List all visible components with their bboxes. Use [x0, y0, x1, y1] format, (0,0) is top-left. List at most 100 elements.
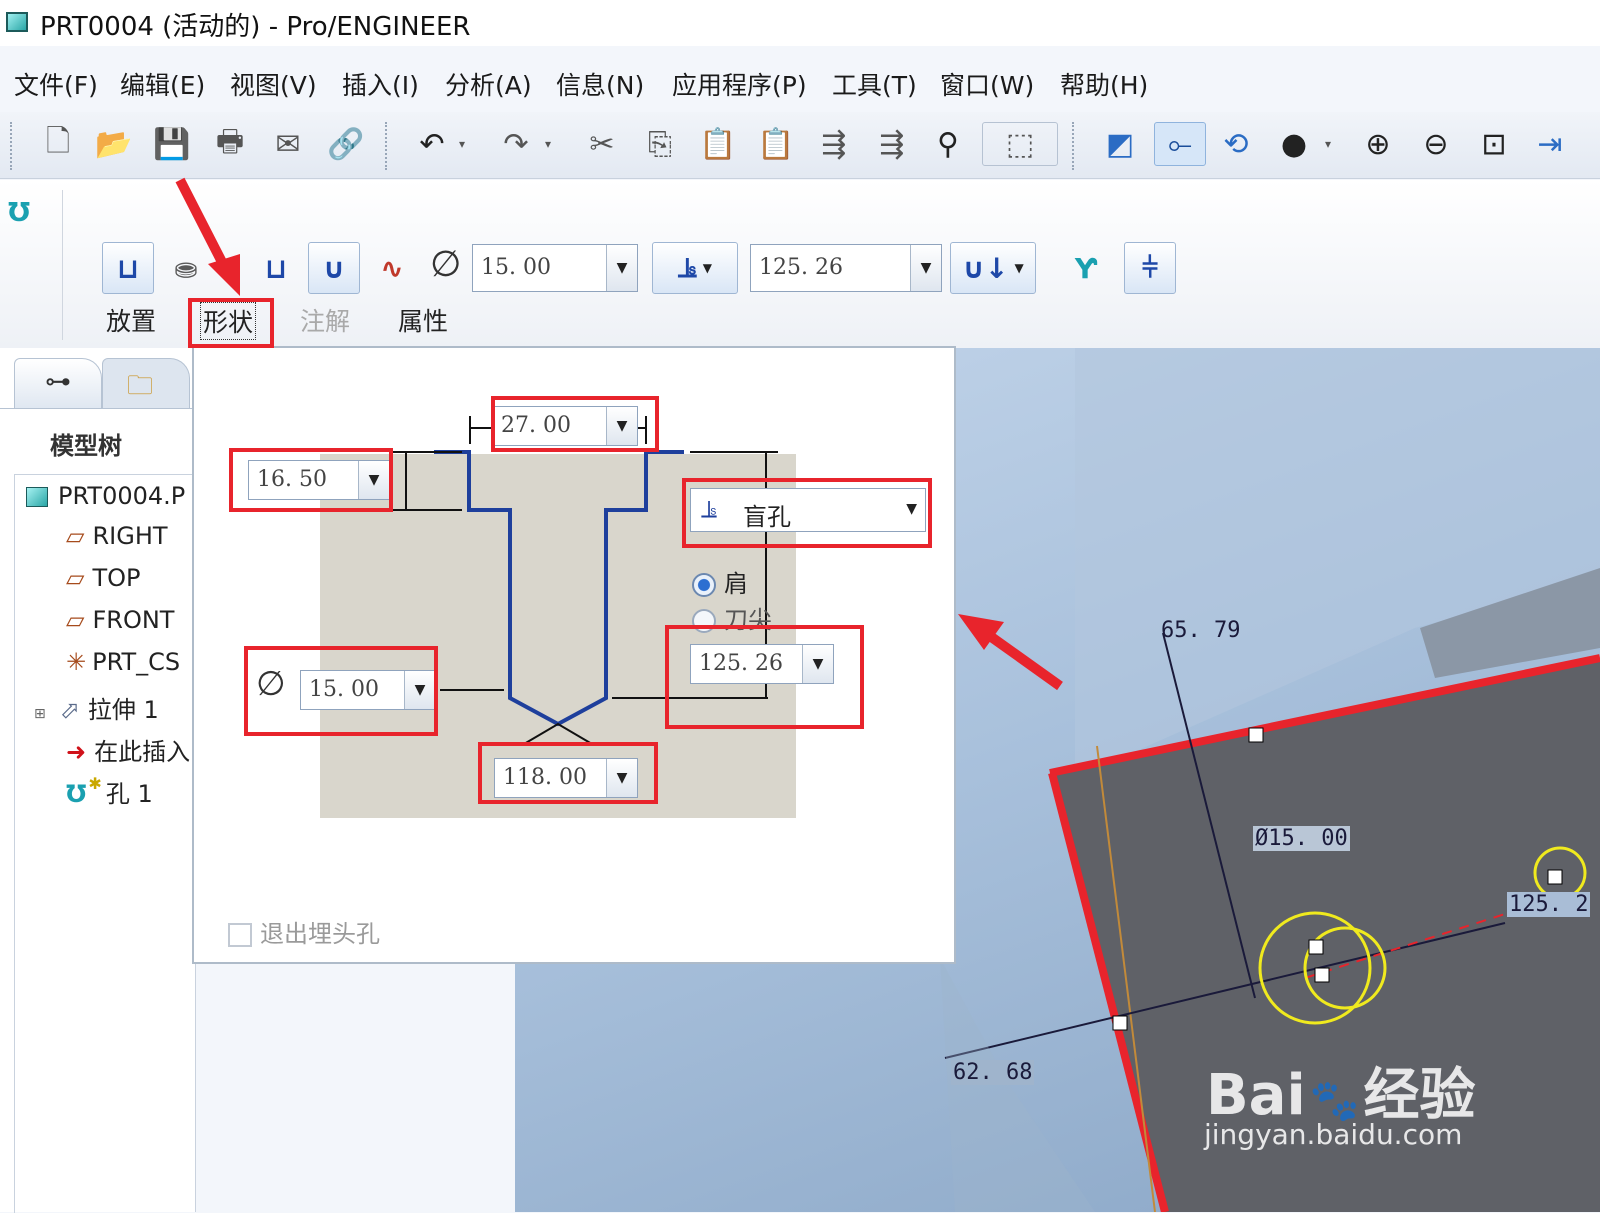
paste-special-icon[interactable]: 📋 — [754, 122, 798, 166]
tree-item-hole[interactable]: Ʊ ✱ 孔 1 — [66, 774, 153, 809]
tab-properties[interactable]: 属性 — [398, 302, 448, 338]
toolbar-grip-3[interactable] — [1072, 122, 1078, 170]
preview-icon[interactable]: ⫩ — [1124, 242, 1176, 294]
paste-icon[interactable]: 📋 — [696, 122, 740, 166]
tree-item-insert-here[interactable]: ➜ 在此插入 — [66, 732, 190, 767]
regen-manager-icon[interactable]: ⇶ — [870, 122, 914, 166]
copy-icon[interactable]: ⎘ — [638, 122, 682, 166]
pause-icon[interactable]: Ƴ — [1060, 242, 1112, 294]
sketch-profile-button[interactable]: ∿ — [366, 242, 418, 294]
undo-dropdown-icon[interactable]: ▾ — [452, 122, 472, 166]
zoom-in-icon[interactable]: ⊕ — [1356, 122, 1400, 166]
menu-edit[interactable]: 编辑(E) — [120, 66, 205, 102]
diameter-combo[interactable]: 15. 00 ▼ — [472, 244, 638, 292]
simple-hole-button[interactable]: ⊔ — [102, 242, 154, 294]
display-style-dropdown-icon[interactable]: ▾ — [1318, 122, 1338, 166]
tree-item-extrude[interactable]: ⊞ ⬀ 拉伸 1 — [34, 690, 159, 725]
send-mail-icon[interactable]: ✉ — [266, 122, 310, 166]
tree-item-label: FRONT — [92, 606, 175, 634]
depth-option-button[interactable]: ⫡ ▼ — [652, 242, 738, 294]
find-icon[interactable]: ⚲ — [926, 122, 970, 166]
chevron-down-icon[interactable]: ▼ — [606, 245, 637, 291]
new-feature-star-icon: ✱ — [88, 774, 102, 793]
highlight-box-countersink-diameter — [491, 396, 659, 452]
tab-folder-browser[interactable]: 🗀 — [102, 358, 190, 409]
repaint-icon[interactable]: ◩ — [1098, 122, 1142, 166]
drag-handle — [1314, 967, 1330, 983]
extrude-icon: ⬀ — [59, 696, 80, 724]
spin-center-icon[interactable]: ⟲ — [1214, 122, 1258, 166]
expand-icon[interactable]: ⊞ — [34, 706, 46, 722]
tab-model-tree[interactable]: ⊶ — [14, 358, 102, 409]
tree-item-part[interactable]: PRT0004.P — [26, 482, 185, 510]
rectangle-profile-button[interactable]: ⊔ — [250, 242, 302, 294]
datum-display-icon[interactable]: ⟜ — [1154, 122, 1206, 166]
checkbox-icon — [228, 923, 252, 947]
open-icon[interactable]: 📂 — [92, 122, 136, 166]
menu-window[interactable]: 窗口(W) — [940, 66, 1034, 102]
refit-icon[interactable]: ⊡ — [1472, 122, 1516, 166]
highlight-box-drill-angle — [478, 742, 658, 804]
zoom-out-icon[interactable]: ⊖ — [1414, 122, 1458, 166]
hole-icon: Ʊ — [66, 780, 87, 808]
standard-hole-button[interactable]: ⛂ — [160, 242, 212, 294]
tab-note[interactable]: 注解 — [300, 302, 350, 338]
chevron-down-icon[interactable]: ▼ — [910, 245, 941, 291]
tree-item-label: RIGHT — [92, 522, 168, 550]
menu-file[interactable]: 文件(F) — [14, 66, 98, 102]
tree-item-label: 孔 1 — [105, 780, 153, 808]
tree-item-label: PRT0004.P — [58, 482, 186, 510]
depth-direction-button[interactable]: ∪↓ ▼ — [950, 242, 1036, 294]
angle-dim — [523, 722, 593, 745]
print-icon[interactable]: 🖶 — [208, 122, 252, 166]
app-icon — [6, 12, 28, 32]
save-icon[interactable]: 💾 — [150, 122, 194, 166]
menu-help[interactable]: 帮助(H) — [1060, 66, 1148, 102]
dimension-label[interactable]: Ø15. 00 — [1253, 826, 1350, 851]
redo-dropdown-icon[interactable]: ▾ — [538, 122, 558, 166]
reorient-icon[interactable]: ⇥ — [1528, 122, 1572, 166]
diameter-icon: ∅ — [430, 244, 462, 285]
new-icon[interactable]: 🗋 — [36, 122, 80, 166]
highlight-box-countersink-depth — [229, 448, 393, 512]
menu-applications[interactable]: 应用程序(P) — [672, 66, 807, 102]
menu-view[interactable]: 视图(V) — [230, 66, 317, 102]
main-toolbar: 🗋 📂 💾 🖶 ✉ 🔗 ↶ ▾ ↷ ▾ ✂ ⎘ 📋 📋 ⇶ ⇶ ⚲ ⬚ ◩ ⟜ … — [0, 112, 1600, 179]
tab-divider — [0, 408, 195, 409]
toolbar-grip[interactable] — [10, 122, 16, 170]
coordinate-system-icon: ✳ — [66, 648, 87, 676]
dimension-label[interactable]: 65. 79 — [1161, 618, 1240, 643]
folder-icon: 🗀 — [127, 371, 154, 401]
menu-tools[interactable]: 工具(T) — [832, 66, 917, 102]
radio-shoulder[interactable]: 肩 — [692, 564, 748, 599]
toolbar-grip-2[interactable] — [385, 122, 391, 170]
hole-feature-icon: Ʊ — [8, 198, 31, 228]
drag-handle — [1308, 939, 1324, 955]
tree-item-top[interactable]: ▱ TOP — [66, 564, 141, 592]
tree-item-csys[interactable]: ✳ PRT_CS — [66, 648, 180, 676]
datum-plane-icon: ▱ — [66, 606, 85, 634]
redo-icon[interactable]: ↷ — [494, 122, 538, 166]
tree-item-right[interactable]: ▱ RIGHT — [66, 522, 168, 550]
tab-placement[interactable]: 放置 — [106, 302, 156, 338]
highlight-box-depth-value — [665, 625, 864, 729]
cut-icon[interactable]: ✂ — [580, 122, 624, 166]
tree-item-label: 拉伸 1 — [87, 696, 159, 724]
menu-info[interactable]: 信息(N) — [556, 66, 644, 102]
undo-icon[interactable]: ↶ — [410, 122, 454, 166]
selection-filter-icon[interactable]: ⬚ — [982, 122, 1058, 166]
exit-countersink-checkbox[interactable]: 退出埋头孔 — [228, 914, 380, 949]
drag-handle — [1547, 869, 1563, 885]
display-style-icon[interactable]: ● — [1272, 122, 1316, 166]
regenerate-icon[interactable]: ⇶ — [812, 122, 856, 166]
part-icon — [26, 487, 48, 507]
dimension-label[interactable]: 125. 2 — [1507, 892, 1591, 917]
standard-profile-button[interactable]: ∪ — [308, 242, 360, 294]
tree-item-label: 在此插入 — [94, 738, 191, 766]
depth-combo[interactable]: 125. 26 ▼ — [750, 244, 942, 292]
send-link-icon[interactable]: 🔗 — [324, 122, 368, 166]
menu-insert[interactable]: 插入(I) — [342, 66, 419, 102]
tree-item-front[interactable]: ▱ FRONT — [66, 606, 174, 634]
dimension-label[interactable]: 62. 68 — [951, 1060, 1035, 1085]
menu-analysis[interactable]: 分析(A) — [445, 66, 532, 102]
